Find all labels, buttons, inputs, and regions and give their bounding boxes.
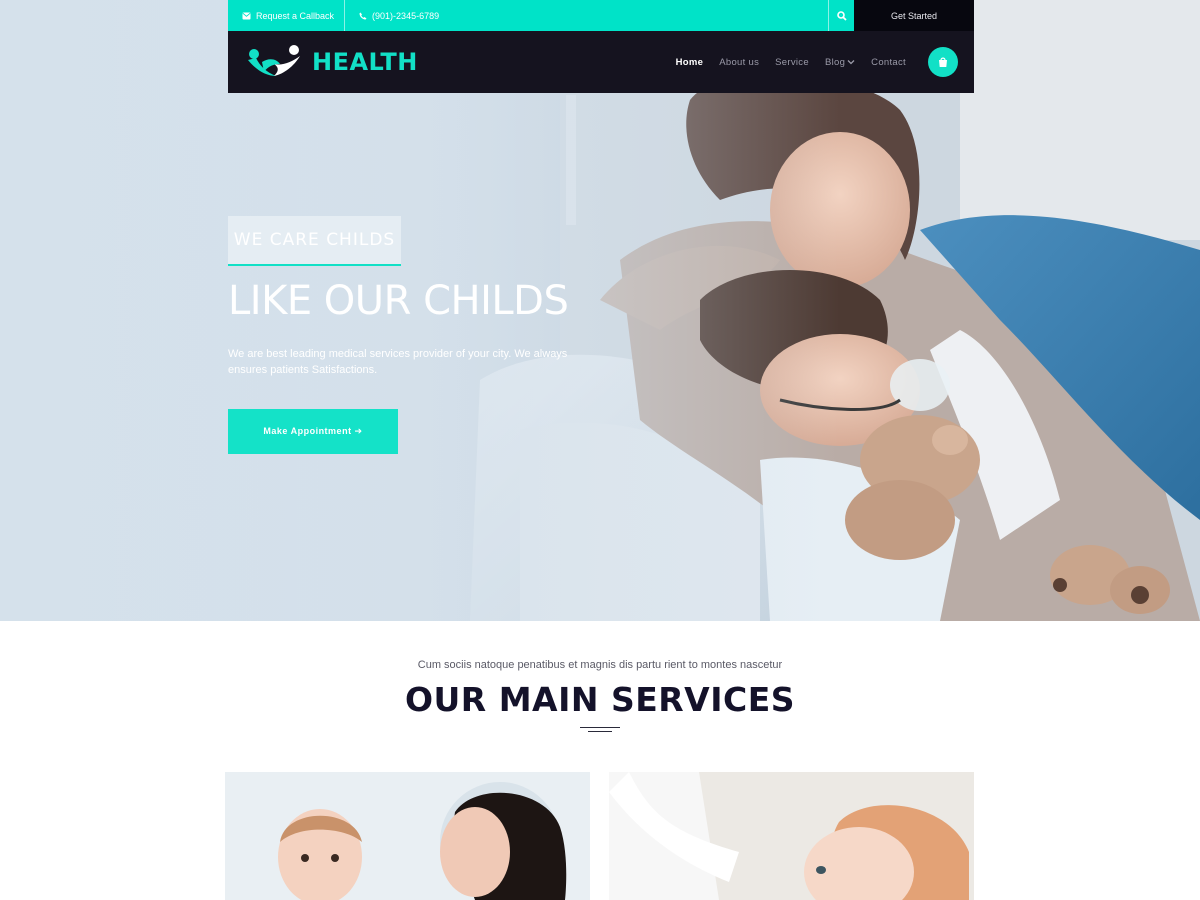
logo-mark-icon: [248, 45, 300, 76]
top-bar: Request a Callback (901)-2345-6789 Get S…: [228, 0, 974, 31]
hero-title: LIKE OUR CHILDS: [228, 278, 569, 324]
nav-menu: Home About us Service Blog Contact: [668, 47, 958, 77]
make-appointment-button[interactable]: Make Appointment ➔: [228, 409, 398, 454]
service-card-1[interactable]: [225, 772, 590, 900]
title-divider: [580, 727, 620, 733]
brand-logo[interactable]: HEALTH: [246, 44, 418, 80]
nav-item-contact[interactable]: Contact: [863, 57, 914, 68]
main-navbar: HEALTH Home About us Service Blog Contac…: [228, 31, 974, 93]
search-icon: [836, 10, 847, 21]
nav-item-blog-label: Blog: [824, 56, 846, 68]
callback-label: Request a Callback: [256, 10, 335, 21]
hero-overlay: [0, 0, 1200, 621]
phone-link[interactable]: (901)-2345-6789: [344, 0, 449, 31]
service-photo-child-smiling: [609, 772, 974, 900]
brand-name: HEALTH: [312, 48, 418, 76]
phone-number: (901)-2345-6789: [372, 10, 440, 21]
nav-item-blog[interactable]: Blog: [817, 57, 863, 68]
services-subtitle: Cum sociis natoque penatibus et magnis d…: [417, 659, 783, 671]
envelope-icon: [242, 12, 251, 19]
chevron-down-icon: [847, 60, 855, 65]
request-callback-link[interactable]: Request a Callback: [228, 0, 344, 31]
service-photo-mother-baby: [225, 772, 590, 900]
search-button[interactable]: [828, 0, 854, 31]
shopping-bag-icon: [939, 57, 947, 67]
phone-icon: [359, 12, 367, 19]
service-card-2[interactable]: [609, 772, 974, 900]
cart-button[interactable]: [928, 47, 958, 77]
hero-tagline: WE CARE CHILDS: [228, 216, 401, 266]
hero-description: We are best leading medical services pro…: [228, 348, 568, 376]
get-started-button[interactable]: Get Started: [854, 0, 974, 31]
hero-section: [0, 0, 1200, 621]
nav-item-home[interactable]: Home: [668, 57, 712, 68]
nav-item-about[interactable]: About us: [711, 57, 767, 68]
services-title: OUR MAIN SERVICES: [404, 680, 796, 719]
nav-item-service[interactable]: Service: [767, 57, 817, 68]
